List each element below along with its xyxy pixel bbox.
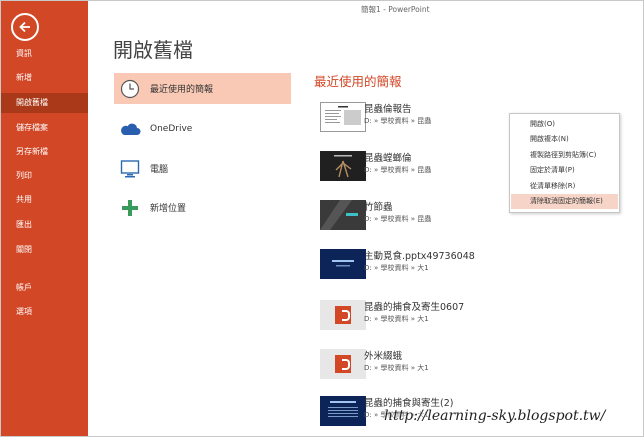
menu-item-pin[interactable]: 固定於清單(P) (511, 163, 618, 178)
file-path: D: » 學校資料 » 大1 (364, 364, 429, 372)
menu-item-open[interactable]: 開啟(O) (511, 117, 618, 132)
menu-item-open-copy[interactable]: 開啟複本(N) (511, 132, 618, 147)
menu-item-copy-path[interactable]: 複製路徑到剪貼簿(C) (511, 148, 618, 163)
sidebar-item-new[interactable]: 新增 (1, 68, 88, 88)
place-add-location-label: 新增位置 (150, 204, 187, 214)
sidebar-item-open[interactable]: 開啟舊檔 (1, 93, 88, 113)
file-name: 主動覓食.pptx49736048 (364, 251, 475, 262)
file-path: D: » 學校資料 » 昆蟲 (364, 166, 432, 174)
blog-watermark: http://learning-sky.blogspot.tw/ (384, 408, 606, 424)
menu-item-remove[interactable]: 從清單移除(R) (511, 179, 618, 194)
plus-icon (119, 197, 141, 219)
place-recent[interactable]: 最近使用的簡報 (114, 73, 291, 104)
backstage-sidebar: 資訊 新增 開啟舊檔 儲存檔案 另存新檔 列印 共用 匯出 關閉 帳戶 選項 (1, 1, 88, 436)
sidebar-item-options[interactable]: 選項 (1, 302, 88, 322)
sidebar-item-info[interactable]: 資訊 (1, 44, 88, 64)
file-thumbnail (320, 249, 366, 279)
cloud-icon (119, 118, 141, 140)
back-arrow-icon[interactable] (11, 13, 39, 41)
place-onedrive[interactable]: OneDrive (114, 113, 291, 144)
file-thumbnail (320, 396, 366, 426)
place-computer[interactable]: 電腦 (114, 153, 291, 184)
file-path: D: » 學校資料 » 大1 (364, 315, 429, 323)
file-name: 竹節蟲 (364, 202, 393, 213)
clock-icon (119, 78, 141, 100)
powerpoint-file-icon (320, 349, 366, 379)
file-name: 外米綴蛾 (364, 351, 403, 362)
file-name: 昆蟲的捕食與寄生(2) (364, 398, 454, 409)
recent-file-item[interactable]: 昆蟲的捕食及寄生0607 D: » 學校資料 » 大1 (314, 298, 614, 334)
file-name: 昆蟲倫報告 (364, 104, 412, 115)
context-menu: 開啟(O) 開啟複本(N) 複製路徑到剪貼簿(C) 固定於清單(P) 從清單移除… (509, 113, 620, 213)
menu-item-clear-unpinned[interactable]: 清除取消固定的簡報(E) (511, 194, 618, 209)
file-thumbnail (320, 151, 366, 181)
window-title: 簡報1 - PowerPoint (361, 5, 430, 14)
file-path: D: » 學校資料 » 大1 (364, 264, 429, 272)
place-add-location[interactable]: 新增位置 (114, 192, 291, 223)
sidebar-item-share[interactable]: 共用 (1, 190, 88, 210)
recent-heading: 最近使用的簡報 (314, 74, 402, 89)
backstage-window: 資訊 新增 開啟舊檔 儲存檔案 另存新檔 列印 共用 匯出 關閉 帳戶 選項 簡… (0, 0, 644, 437)
place-computer-label: 電腦 (150, 165, 169, 175)
sidebar-item-print[interactable]: 列印 (1, 166, 88, 186)
recent-file-item[interactable]: 主動覓食.pptx49736048 D: » 學校資料 » 大1 (314, 247, 614, 283)
place-recent-label: 最近使用的簡報 (150, 85, 214, 95)
file-thumbnail (320, 102, 366, 132)
file-name: 昆蟲螳螂倫 (364, 153, 412, 164)
sidebar-item-export[interactable]: 匯出 (1, 215, 88, 235)
sidebar-item-account[interactable]: 帳戶 (1, 278, 88, 298)
page-title: 開啟舊檔 (113, 38, 193, 62)
file-path: D: » 學校資料 » 昆蟲 (364, 117, 432, 125)
place-onedrive-label: OneDrive (150, 123, 193, 134)
powerpoint-file-icon (320, 300, 366, 330)
sidebar-item-save[interactable]: 儲存檔案 (1, 118, 88, 138)
file-name: 昆蟲的捕食及寄生0607 (364, 302, 465, 313)
recent-file-item[interactable]: 外米綴蛾 D: » 學校資料 » 大1 (314, 347, 614, 383)
sidebar-item-close[interactable]: 關閉 (1, 240, 88, 260)
computer-icon (119, 158, 141, 180)
file-path: D: » 學校資料 » 昆蟲 (364, 215, 432, 223)
file-thumbnail (320, 200, 366, 230)
sidebar-item-save-as[interactable]: 另存新檔 (1, 142, 88, 162)
